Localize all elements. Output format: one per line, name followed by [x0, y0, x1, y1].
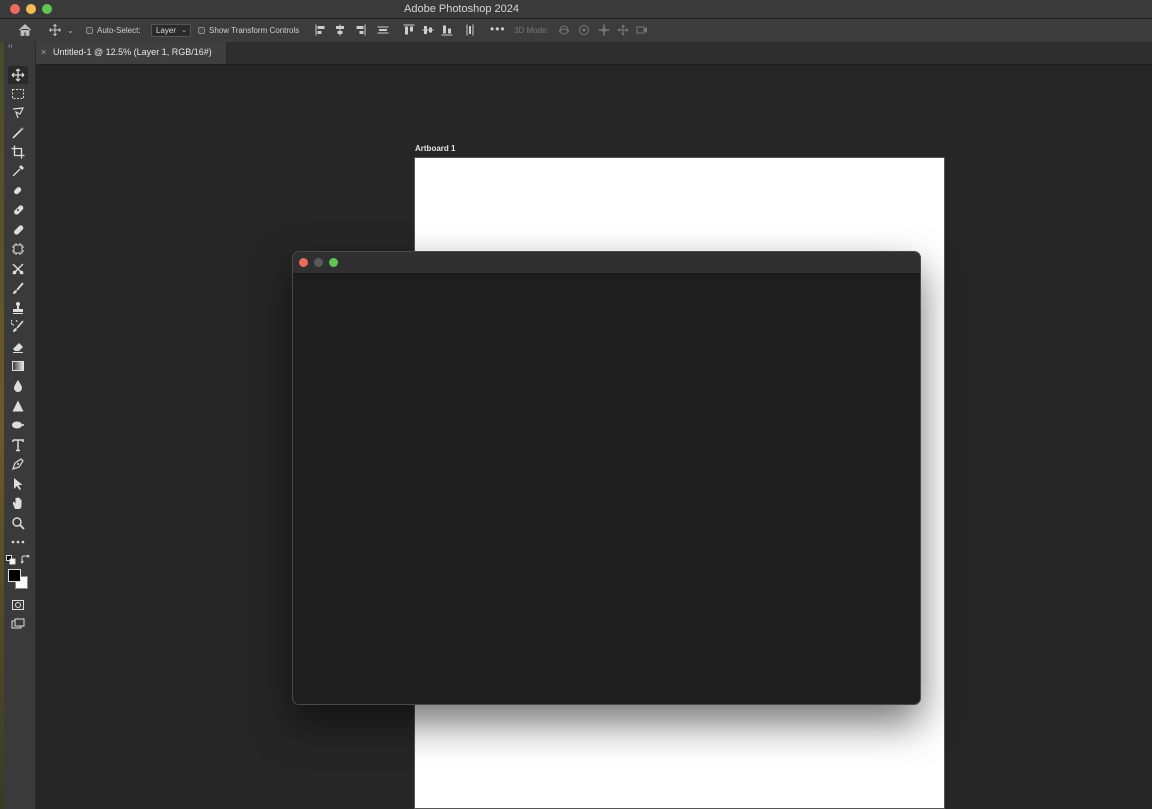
home-icon[interactable]: [18, 23, 32, 37]
move-tool[interactable]: [8, 66, 28, 84]
marquee-icon: [12, 89, 24, 99]
align-left-icon[interactable]: [315, 24, 327, 36]
hand-tool[interactable]: [8, 494, 28, 512]
tab-close-icon[interactable]: ×: [41, 47, 46, 57]
align-bottom-icon[interactable]: [441, 24, 453, 36]
lasso-icon: [12, 107, 25, 119]
red-eye-tool[interactable]: [8, 260, 28, 278]
foreground-color-swatch[interactable]: [8, 569, 21, 582]
path-selection-tool[interactable]: [8, 475, 28, 493]
zoom-tool[interactable]: [8, 514, 28, 532]
magic-wand-tool[interactable]: [8, 124, 28, 142]
magnifier-icon: [12, 517, 25, 530]
roll-3d-icon[interactable]: [578, 24, 590, 36]
show-transform-label: Show Transform Controls: [209, 26, 300, 35]
distribute-vertical-icon[interactable]: [377, 24, 389, 36]
sharpen-tool[interactable]: [8, 397, 28, 415]
cross-arrows-icon: [12, 263, 24, 275]
type-tool[interactable]: [8, 436, 28, 454]
brush-icon: [13, 282, 24, 294]
pen-tool[interactable]: [8, 455, 28, 473]
hand-icon: [13, 497, 22, 509]
floating-window-titlebar[interactable]: [293, 252, 920, 274]
auto-select-option[interactable]: Auto-Select:: [86, 19, 141, 42]
align-right-icon[interactable]: [354, 24, 366, 36]
healing-brush-tool[interactable]: [8, 201, 28, 219]
gradient-icon: [12, 361, 24, 371]
gradient-tool[interactable]: [8, 357, 28, 375]
crop-tool[interactable]: [8, 143, 28, 161]
spot-healing-tool[interactable]: [8, 182, 28, 200]
tools-panel: ››: [4, 42, 36, 809]
smudge-tool[interactable]: [8, 416, 28, 434]
show-transform-option[interactable]: Show Transform Controls: [198, 19, 299, 42]
collapse-panel-icon[interactable]: ››: [8, 43, 13, 50]
history-brush-tool[interactable]: [8, 318, 28, 336]
auto-select-checkbox[interactable]: [86, 27, 93, 34]
auto-select-label: Auto-Select:: [97, 26, 141, 35]
document-tab[interactable]: × Untitled-1 @ 12.5% (Layer 1, RGB/16#): [36, 42, 227, 64]
more-tools-button[interactable]: [8, 533, 28, 551]
more-icon: [11, 540, 25, 544]
patch-tool[interactable]: [8, 221, 28, 239]
eraser-icon: [13, 343, 23, 353]
more-options-icon[interactable]: •••: [490, 17, 506, 40]
auto-select-target-dropdown[interactable]: Layer ⌄: [151, 24, 191, 37]
floating-window[interactable]: [292, 251, 921, 705]
floating-window-minimize-button[interactable]: [314, 258, 323, 267]
clone-stamp-tool[interactable]: [8, 299, 28, 317]
title-bar: Adobe Photoshop 2024: [0, 0, 1152, 19]
history-brush-icon: [11, 320, 24, 332]
document-tab-bar: × Untitled-1 @ 12.5% (Layer 1, RGB/16#): [36, 42, 1152, 65]
healing-brush-icon: [14, 205, 24, 215]
move-icon: [11, 68, 25, 82]
screen-mode-icon: [11, 618, 25, 629]
slide-3d-icon[interactable]: [617, 24, 629, 36]
dodge-icon: [12, 421, 24, 429]
show-transform-checkbox[interactable]: [198, 27, 205, 34]
triangle-icon: [12, 400, 24, 412]
app-title: Adobe Photoshop 2024: [404, 3, 519, 15]
chip-icon: [12, 243, 24, 255]
options-bar: ⌄ Auto-Select: Layer ⌄ Show Transform Co…: [0, 19, 1152, 43]
quick-mask-icon: [12, 600, 24, 610]
crop-icon: [11, 145, 25, 159]
align-vertical-center-icon[interactable]: [422, 24, 434, 36]
move-preset-icon[interactable]: [49, 24, 61, 36]
quick-mask-tool[interactable]: [8, 596, 28, 614]
stamp-icon: [13, 302, 23, 314]
default-colors-icon[interactable]: [6, 555, 16, 565]
rectangular-marquee-tool[interactable]: [8, 85, 28, 103]
auto-select-target-value: Layer: [156, 26, 177, 35]
brush-tool[interactable]: [8, 280, 28, 298]
artboard-label[interactable]: Artboard 1: [415, 144, 455, 153]
content-aware-move-tool[interactable]: [8, 240, 28, 258]
swap-colors-icon[interactable]: [21, 555, 31, 565]
pan-3d-icon[interactable]: [598, 24, 610, 36]
drop-icon: [14, 380, 22, 392]
chevron-down-icon: ⌄: [181, 27, 187, 34]
chevron-down-icon[interactable]: ⌄: [67, 19, 74, 42]
eyedropper-tool[interactable]: [8, 162, 28, 180]
scale-3d-icon[interactable]: [636, 24, 648, 36]
arrow-pointer-icon: [14, 478, 23, 490]
type-icon: [12, 439, 24, 452]
distribute-horizontal-icon[interactable]: [464, 24, 476, 36]
bandage-icon: [14, 187, 22, 195]
lasso-tool[interactable]: [8, 104, 28, 122]
eraser-tool[interactable]: [8, 338, 28, 356]
patch-icon: [14, 225, 24, 235]
blur-tool[interactable]: [8, 377, 28, 395]
align-horizontal-center-icon[interactable]: [334, 24, 346, 36]
document-tab-label: Untitled-1 @ 12.5% (Layer 1, RGB/16#): [53, 47, 212, 57]
magic-wand-icon: [12, 127, 24, 139]
screen-mode-tool[interactable]: [8, 615, 28, 633]
eyedropper-icon: [12, 165, 24, 177]
floating-window-close-button[interactable]: [299, 258, 308, 267]
align-top-icon[interactable]: [403, 24, 415, 36]
pen-icon: [12, 458, 24, 470]
orbit-3d-icon[interactable]: [558, 24, 570, 36]
mode-3d-label: 3D Mode:: [514, 26, 549, 35]
floating-window-maximize-button[interactable]: [329, 258, 338, 267]
